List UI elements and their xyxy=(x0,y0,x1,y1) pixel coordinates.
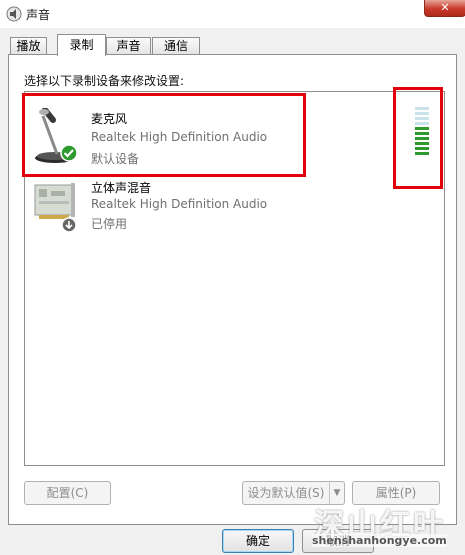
sound-card-icon xyxy=(34,183,77,233)
device-driver: Realtek High Definition Audio xyxy=(91,197,268,211)
meter-segment xyxy=(415,112,429,115)
device-item-stereo-mix[interactable]: 立体声混音 Realtek High Definition Audio 已停用 xyxy=(25,175,405,247)
tab-sounds[interactable]: 声音 xyxy=(106,37,151,55)
meter-segment xyxy=(415,152,429,155)
device-name: 立体声混音 xyxy=(91,181,152,195)
meter-segment xyxy=(415,147,429,150)
watermark-url: shenshanhongye.com xyxy=(312,534,447,547)
meter-segment xyxy=(415,142,429,145)
tab-recording[interactable]: 录制 xyxy=(57,34,106,56)
meter-segment xyxy=(415,137,429,140)
meter-segment xyxy=(415,117,429,120)
meter-segment xyxy=(415,107,429,110)
tab-playback[interactable]: 播放 xyxy=(10,37,47,55)
ok-button[interactable]: 确定 xyxy=(222,529,294,553)
close-button[interactable]: ✕ xyxy=(424,0,465,17)
speaker-icon xyxy=(6,6,22,22)
device-status: 已停用 xyxy=(91,217,128,231)
instruction-text: 选择以下录制设备来修改设置: xyxy=(24,74,185,88)
meter-segment xyxy=(415,122,429,125)
meter-segment xyxy=(415,127,429,130)
watermark: 深山红叶 shenshanhongye.com xyxy=(308,500,464,554)
tab-communications[interactable]: 通信 xyxy=(152,37,200,55)
title-bar: 声音 ✕ xyxy=(0,0,465,28)
window-title: 声音 xyxy=(26,8,51,22)
highlight-box-device xyxy=(22,93,306,177)
configure-button[interactable]: 配置(C) xyxy=(24,481,111,505)
meter-segment xyxy=(415,132,429,135)
